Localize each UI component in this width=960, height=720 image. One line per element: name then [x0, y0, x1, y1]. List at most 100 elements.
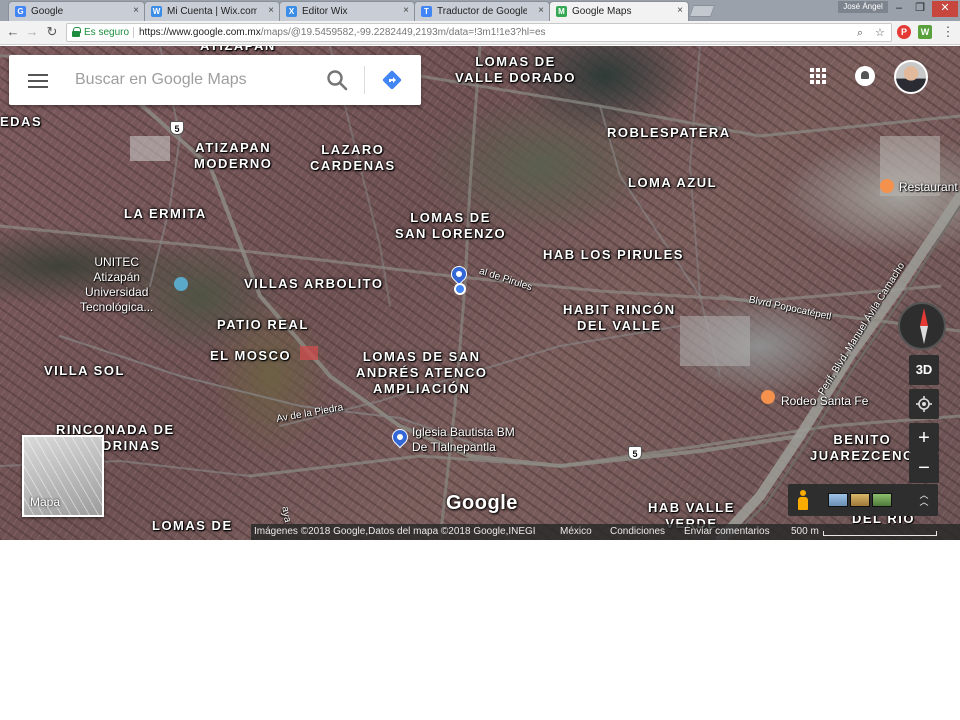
reload-icon[interactable]: ↻ [44, 24, 60, 40]
restaurant-icon[interactable] [880, 179, 894, 193]
browser-toolbar: ← → ↻ Es seguro https://www.google.com.m… [0, 21, 960, 45]
place-label: LOMA AZUL [628, 175, 718, 190]
star-icon[interactable]: ☆ [875, 25, 885, 42]
search-input[interactable] [75, 68, 315, 92]
place-label: ATIZAPAN MODERNO [194, 140, 273, 171]
maps-search-box [9, 55, 421, 105]
magnifier-icon[interactable]: ⌕ [857, 25, 863, 42]
tab-google[interactable]: G Google × [8, 1, 145, 21]
my-location-button[interactable] [909, 389, 939, 419]
map-type-toggle[interactable]: Mapa [22, 435, 104, 517]
poi-label[interactable]: Restaurant [899, 180, 958, 195]
extension-icon[interactable]: W [918, 25, 932, 39]
satellite-map[interactable]: ATIZAPAN LOMAS DEVALLE DORADO EDAS ROBLE… [0, 46, 960, 540]
lock-icon [72, 27, 81, 37]
place-label: VILLA SOL [44, 363, 125, 378]
place-label: LOMAS DE VALLE DORADO [455, 54, 577, 85]
zoom-out-button[interactable]: − [909, 453, 939, 483]
tab-title: Traductor de Google [437, 6, 527, 17]
tab-title: Google Maps [572, 6, 632, 17]
scale-bar [823, 531, 937, 536]
tab-translate[interactable]: T Traductor de Google × [414, 1, 550, 21]
minimize-icon[interactable]: – [889, 1, 909, 17]
tab-close-icon[interactable]: × [133, 5, 139, 16]
url-host: https://www.google.com.mx [139, 27, 261, 38]
tab-title: Mi Cuenta | Wix.com [167, 6, 257, 17]
window-close-icon[interactable]: ✕ [932, 1, 958, 17]
arrow-left-icon[interactable]: ← [5, 24, 21, 40]
place-label: EL MOSCO [210, 348, 292, 363]
restaurant-icon[interactable] [761, 390, 775, 404]
url-text[interactable]: https://www.google.com.mx/maps/@19.54595… [139, 24, 546, 41]
search-divider [364, 66, 365, 94]
country-link[interactable]: México [560, 524, 592, 540]
tab-title: Editor Wix [302, 6, 348, 17]
tab-close-icon[interactable]: × [677, 5, 683, 16]
imagery-thumbnail[interactable] [872, 493, 892, 507]
compass-icon[interactable] [898, 302, 946, 350]
imagery-attribution: Imágenes ©2018 Google,Datos del mapa ©20… [254, 526, 536, 537]
place-label: LOMAS DE SAN LORENZO [395, 210, 507, 241]
map-type-label: Mapa [30, 495, 61, 509]
scale-label[interactable]: 500 m [791, 524, 819, 540]
place-label: PATIO REAL [217, 317, 309, 332]
tab-wix-account[interactable]: W Mi Cuenta | Wix.com × [144, 1, 280, 21]
location-marker-icon [454, 283, 466, 295]
omnibox-divider [133, 27, 134, 38]
street-view-panel: ︿ ︿ [788, 484, 938, 516]
place-label: HABIT RINCÓN DEL VALLE [563, 302, 676, 333]
chevron-up-icon[interactable]: ︿ ︿ [918, 491, 930, 508]
tab-strip: G Google × W Mi Cuenta | Wix.com × X Edi… [0, 0, 960, 21]
tab-close-icon[interactable]: × [403, 5, 409, 16]
imagery-thumbnail[interactable] [828, 493, 848, 507]
place-label: EDAS [0, 114, 43, 129]
tab-wix-editor[interactable]: X Editor Wix × [279, 1, 415, 21]
place-label: BENITO JUAREZCENO [810, 432, 915, 463]
poi-label[interactable]: Rodeo Santa Fe [781, 394, 868, 409]
place-label: LA ERMITA [124, 206, 207, 221]
tab-close-icon[interactable]: × [268, 5, 274, 16]
zoom-in-button[interactable]: + [909, 423, 939, 453]
route-shield: 5 [170, 121, 184, 135]
poi-label[interactable]: UNITEC Atizapán Universidad Tecnológica... [80, 255, 153, 315]
avatar[interactable] [894, 60, 928, 94]
google-logo: Google [446, 492, 518, 514]
translate-favicon-icon: T [421, 6, 432, 17]
google-favicon-icon: G [15, 6, 26, 17]
url-path: /maps/@19.5459582,-99.2282449,2193m/data… [260, 27, 546, 38]
search-icon[interactable] [326, 69, 348, 91]
route-shield: 5 [628, 446, 642, 460]
pinterest-extension-icon[interactable]: P [897, 25, 911, 39]
place-label: ATIZAPAN [200, 46, 276, 54]
directions-icon[interactable] [381, 69, 403, 91]
terms-link[interactable]: Condiciones [610, 524, 665, 540]
poi-label[interactable]: Iglesia Bautista BM De Tlalnepantla [412, 425, 515, 455]
arrow-right-icon[interactable]: → [24, 24, 40, 40]
new-tab-button[interactable] [688, 5, 716, 17]
crosshair-icon [916, 396, 932, 412]
wix-editor-favicon-icon: X [286, 6, 297, 17]
place-label: HAB LOS PIRULES [543, 247, 684, 262]
place-label: LAZARO CARDENAS [310, 142, 396, 173]
tilt-3d-button[interactable]: 3D [909, 355, 939, 385]
tab-title: Google [31, 6, 64, 17]
place-label: LOMAS DE [152, 518, 233, 533]
notifications-icon[interactable] [855, 66, 875, 86]
kebab-menu-icon[interactable]: ⋮ [940, 24, 956, 40]
pegman-icon[interactable] [798, 490, 808, 510]
address-bar[interactable]: Es seguro https://www.google.com.mx/maps… [66, 23, 892, 42]
restore-icon[interactable]: ❐ [910, 1, 930, 17]
tab-google-maps[interactable]: M Google Maps × [549, 1, 689, 21]
apps-grid-icon[interactable] [810, 68, 826, 84]
browser-window: G Google × W Mi Cuenta | Wix.com × X Edi… [0, 0, 960, 540]
place-label: ROBLESPATERA [607, 125, 731, 140]
imagery-thumbnail[interactable] [850, 493, 870, 507]
feedback-link[interactable]: Enviar comentarios [684, 524, 770, 540]
map-footer: Imágenes ©2018 Google,Datos del mapa ©20… [251, 524, 960, 540]
tab-close-icon[interactable]: × [538, 5, 544, 16]
wix-favicon-icon: W [151, 6, 162, 17]
profile-name-chip[interactable]: José Ángel [838, 1, 888, 13]
hamburger-menu-icon[interactable] [28, 74, 48, 88]
university-icon[interactable] [174, 277, 188, 291]
place-label: VILLAS ARBOLITO [244, 276, 384, 291]
